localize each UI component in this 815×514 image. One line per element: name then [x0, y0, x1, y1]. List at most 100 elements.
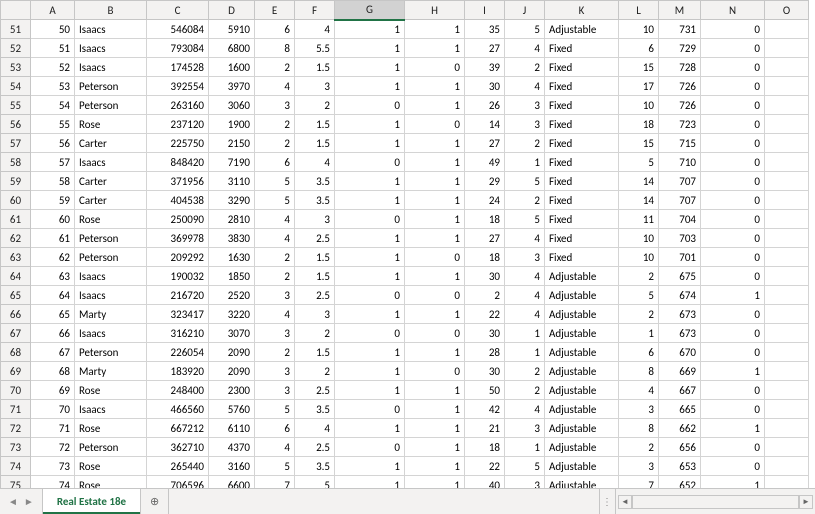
cell[interactable]	[765, 381, 809, 400]
cell[interactable]: 0	[701, 457, 765, 476]
cell[interactable]: 701	[659, 248, 701, 267]
cell[interactable]: 1	[405, 191, 465, 210]
cell[interactable]: 848420	[147, 153, 209, 172]
cell[interactable]: 3	[295, 77, 335, 96]
row-header[interactable]: 66	[1, 305, 31, 324]
cell[interactable]: 1630	[209, 248, 255, 267]
cell[interactable]: 3160	[209, 457, 255, 476]
cell[interactable]: 670	[659, 343, 701, 362]
row-header[interactable]: 59	[1, 172, 31, 191]
cell[interactable]: Adjustable	[545, 457, 619, 476]
cell[interactable]: 0	[335, 210, 405, 229]
cell[interactable]: 5	[255, 400, 295, 419]
cell[interactable]: 6	[619, 343, 659, 362]
row-header[interactable]: 64	[1, 267, 31, 286]
cell[interactable]: 21	[465, 419, 505, 438]
cell[interactable]: 4	[505, 39, 545, 58]
cell[interactable]: 1.5	[295, 134, 335, 153]
cell[interactable]: 70	[31, 400, 75, 419]
cell[interactable]: 2	[505, 362, 545, 381]
cell[interactable]: 316210	[147, 324, 209, 343]
cell[interactable]: 15	[619, 58, 659, 77]
cell[interactable]: 2	[255, 248, 295, 267]
cell[interactable]: 5	[255, 191, 295, 210]
cell[interactable]: 5	[505, 210, 545, 229]
cell[interactable]: 2	[295, 96, 335, 115]
cell[interactable]: 0	[701, 305, 765, 324]
cell[interactable]	[765, 438, 809, 457]
cell[interactable]: 62	[31, 248, 75, 267]
row-header[interactable]: 73	[1, 438, 31, 457]
cell[interactable]: 265440	[147, 457, 209, 476]
cell[interactable]: 14	[465, 115, 505, 134]
cell[interactable]: 174528	[147, 58, 209, 77]
cell[interactable]: Fixed	[545, 96, 619, 115]
cell[interactable]	[765, 305, 809, 324]
cell[interactable]: 66	[31, 324, 75, 343]
cell[interactable]: 1	[405, 343, 465, 362]
column-header-B[interactable]: B	[75, 1, 147, 20]
cell[interactable]: 1	[335, 58, 405, 77]
cell[interactable]: 52	[31, 58, 75, 77]
cell[interactable]: 0	[701, 324, 765, 343]
cell[interactable]: 2810	[209, 210, 255, 229]
next-sheet-icon[interactable]: ►	[24, 495, 34, 508]
column-header-O[interactable]: O	[765, 1, 809, 20]
cell[interactable]: 4	[295, 20, 335, 39]
cell[interactable]: 4	[505, 305, 545, 324]
cell[interactable]: 1	[405, 267, 465, 286]
cell[interactable]: 707	[659, 191, 701, 210]
cell[interactable]: Adjustable	[545, 20, 619, 39]
cell[interactable]: 1	[405, 381, 465, 400]
cell[interactable]	[765, 400, 809, 419]
cell[interactable]: 1	[335, 191, 405, 210]
cell[interactable]: Fixed	[545, 39, 619, 58]
cell[interactable]: 369978	[147, 229, 209, 248]
cell[interactable]: 1	[405, 172, 465, 191]
cell[interactable]: 2	[295, 362, 335, 381]
cell[interactable]: 30	[465, 77, 505, 96]
cell[interactable]: 669	[659, 362, 701, 381]
cell[interactable]: Marty	[75, 305, 147, 324]
cell[interactable]: 2	[619, 305, 659, 324]
cell[interactable]: 14	[619, 172, 659, 191]
cell[interactable]: 4	[255, 210, 295, 229]
row-header[interactable]: 74	[1, 457, 31, 476]
column-header-A[interactable]: A	[31, 1, 75, 20]
cell[interactable]: Fixed	[545, 77, 619, 96]
cell[interactable]: 22	[465, 305, 505, 324]
cell[interactable]: 1	[701, 419, 765, 438]
cell[interactable]: 1.5	[295, 343, 335, 362]
cell[interactable]: 1	[405, 438, 465, 457]
column-header-G[interactable]: G	[335, 1, 405, 20]
cell[interactable]: 3970	[209, 77, 255, 96]
cell[interactable]: 0	[701, 343, 765, 362]
cell[interactable]: 656	[659, 438, 701, 457]
cell[interactable]: 1	[405, 457, 465, 476]
cell[interactable]: 1.5	[295, 267, 335, 286]
cell[interactable]: 216720	[147, 286, 209, 305]
column-header-K[interactable]: K	[545, 1, 619, 20]
cell[interactable]: Fixed	[545, 115, 619, 134]
cell[interactable]: 1	[335, 267, 405, 286]
cell[interactable]: 209292	[147, 248, 209, 267]
row-header[interactable]: 65	[1, 286, 31, 305]
cell[interactable]: 362710	[147, 438, 209, 457]
cell[interactable]: 0	[701, 39, 765, 58]
row-header[interactable]: 70	[1, 381, 31, 400]
cell[interactable]: 6	[255, 153, 295, 172]
column-header-J[interactable]: J	[505, 1, 545, 20]
cell[interactable]: 4	[505, 400, 545, 419]
cell[interactable]: 3	[505, 115, 545, 134]
column-header-E[interactable]: E	[255, 1, 295, 20]
cell[interactable]: 0	[701, 77, 765, 96]
cell[interactable]: 64	[31, 286, 75, 305]
cell[interactable]: 1.5	[295, 248, 335, 267]
cell[interactable]: 6110	[209, 419, 255, 438]
row-header[interactable]: 69	[1, 362, 31, 381]
cell[interactable]: 726	[659, 77, 701, 96]
cell[interactable]	[765, 115, 809, 134]
cell[interactable]: 728	[659, 58, 701, 77]
cell[interactable]: 4	[505, 267, 545, 286]
cell[interactable]: 0	[701, 134, 765, 153]
